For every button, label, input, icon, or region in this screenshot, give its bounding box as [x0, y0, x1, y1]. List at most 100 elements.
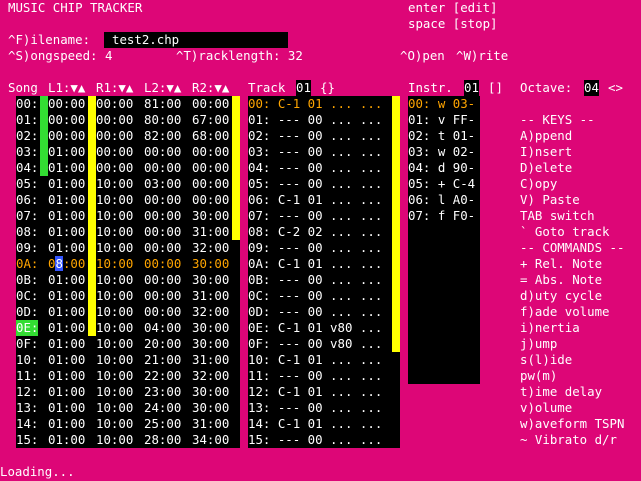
l2-cell[interactable]: 80:00 [144, 112, 181, 128]
r1-cell[interactable]: 10:00 [96, 384, 133, 400]
instr-row[interactable]: 07: f F0- [408, 208, 475, 224]
r2-cell[interactable]: 34:00 [192, 432, 229, 448]
r1-cell[interactable]: 10:00 [96, 304, 133, 320]
l1-cell[interactable]: 01:00 [48, 144, 85, 160]
l1-cell[interactable]: 00:00 [48, 128, 85, 144]
r2-cell[interactable]: 30:00 [192, 256, 229, 272]
l2-cell[interactable]: 03:00 [144, 176, 181, 192]
l1-cell[interactable]: 01:00 [48, 432, 85, 448]
l1-heading[interactable]: L1:▼▲ [48, 80, 85, 96]
r2-cell[interactable]: 30:00 [192, 400, 229, 416]
l1-cell[interactable]: 01:00 [48, 176, 85, 192]
r2-cell[interactable]: 30:00 [192, 384, 229, 400]
r2-cell[interactable]: 67:00 [192, 112, 229, 128]
instr-row[interactable]: 00: w 03- [408, 96, 475, 112]
l2-cell[interactable]: 00:00 [144, 256, 181, 272]
track-row[interactable]: 03: --- 00 ... ... [248, 144, 382, 160]
l2-cell[interactable]: 20:00 [144, 336, 181, 352]
r1-cell[interactable]: 00:00 [96, 160, 133, 176]
r2-cell[interactable]: 00:00 [192, 96, 229, 112]
track-row[interactable]: 0B: --- 00 ... ... [248, 272, 382, 288]
track-row[interactable]: 06: C-1 01 ... ... [248, 192, 382, 208]
instr-row[interactable]: 02: t 01- [408, 128, 475, 144]
l1-cell[interactable]: 01:00 [48, 336, 85, 352]
track-row[interactable]: 0F: --- 00 v80 ... [248, 336, 382, 352]
track-number[interactable]: 01 [296, 80, 311, 96]
l1-cell[interactable]: 08:00 [48, 256, 85, 272]
tracklength-field[interactable]: ^T)racklength: 32 [176, 48, 303, 64]
l2-cell[interactable]: 00:00 [144, 144, 181, 160]
l1-cell[interactable]: 01:00 [48, 304, 85, 320]
r2-cell[interactable]: 30:00 [192, 336, 229, 352]
r1-cell[interactable]: 10:00 [96, 400, 133, 416]
track-row[interactable]: 09: --- 00 ... ... [248, 240, 382, 256]
r2-cell[interactable]: 30:00 [192, 320, 229, 336]
r1-cell[interactable]: 10:00 [96, 176, 133, 192]
track-row[interactable]: 05: --- 00 ... ... [248, 176, 382, 192]
l2-heading[interactable]: L2:▼▲ [144, 80, 181, 96]
track-row[interactable]: 0C: --- 00 ... ... [248, 288, 382, 304]
track-row[interactable]: 0D: --- 00 ... ... [248, 304, 382, 320]
space-stop-hint[interactable]: space [stop] [408, 16, 498, 32]
l1-cell[interactable]: 01:00 [48, 160, 85, 176]
r1-cell[interactable]: 10:00 [96, 416, 133, 432]
r2-cell[interactable]: 31:00 [192, 224, 229, 240]
track-row[interactable]: 15: --- 00 ... ... [248, 432, 382, 448]
r1-cell[interactable]: 10:00 [96, 288, 133, 304]
instr-row[interactable]: 01: v FF- [408, 112, 475, 128]
r2-cell[interactable]: 68:00 [192, 128, 229, 144]
r1-cell[interactable]: 10:00 [96, 256, 133, 272]
l2-cell[interactable]: 24:00 [144, 400, 181, 416]
l1-cell[interactable]: 01:00 [48, 384, 85, 400]
track-row[interactable]: 13: --- 00 ... ... [248, 400, 382, 416]
r2-cell[interactable]: 31:00 [192, 288, 229, 304]
l1-cell[interactable]: 01:00 [48, 240, 85, 256]
instr-row[interactable]: 03: w 02- [408, 144, 475, 160]
r1-cell[interactable]: 10:00 [96, 336, 133, 352]
track-row[interactable]: 10: C-1 01 ... ... [248, 352, 382, 368]
l1-cell[interactable]: 01:00 [48, 224, 85, 240]
instr-bracket-icon[interactable]: [] [488, 80, 503, 96]
l2-cell[interactable]: 25:00 [144, 416, 181, 432]
track-row[interactable]: 07: --- 00 ... ... [248, 208, 382, 224]
l1-cell[interactable]: 01:00 [48, 416, 85, 432]
l2-cell[interactable]: 00:00 [144, 272, 181, 288]
track-row[interactable]: 00: C-1 01 ... ... [248, 96, 382, 112]
track-row[interactable]: 04: --- 00 ... ... [248, 160, 382, 176]
track-row[interactable]: 0E: C-1 01 v80 ... [248, 320, 382, 336]
r2-cell[interactable]: 31:00 [192, 416, 229, 432]
track-brace-icon[interactable]: {} [320, 80, 335, 96]
l2-cell[interactable]: 28:00 [144, 432, 181, 448]
l1-cell[interactable]: 01:00 [48, 192, 85, 208]
octave-value[interactable]: 04 [584, 80, 599, 96]
r1-cell[interactable]: 00:00 [96, 96, 133, 112]
track-row[interactable]: 08: C-2 02 ... ... [248, 224, 382, 240]
l2-cell[interactable]: 00:00 [144, 304, 181, 320]
l2-cell[interactable]: 21:00 [144, 352, 181, 368]
r1-heading[interactable]: R1:▼▲ [96, 80, 133, 96]
l1-cell[interactable]: 01:00 [48, 368, 85, 384]
l2-cell[interactable]: 00:00 [144, 192, 181, 208]
r2-cell[interactable]: 32:00 [192, 304, 229, 320]
r2-heading[interactable]: R2:▼▲ [192, 80, 229, 96]
r2-cell[interactable]: 31:00 [192, 352, 229, 368]
r1-cell[interactable]: 00:00 [96, 144, 133, 160]
l1-cell[interactable]: 00:00 [48, 96, 85, 112]
r2-cell[interactable]: 30:00 [192, 208, 229, 224]
l2-cell[interactable]: 82:00 [144, 128, 181, 144]
instr-row[interactable]: 05: + C-4 [408, 176, 475, 192]
r1-cell[interactable]: 00:00 [96, 128, 133, 144]
r1-cell[interactable]: 10:00 [96, 272, 133, 288]
l2-cell[interactable]: 81:00 [144, 96, 181, 112]
l2-cell[interactable]: 00:00 [144, 288, 181, 304]
r1-cell[interactable]: 10:00 [96, 320, 133, 336]
l2-cell[interactable]: 04:00 [144, 320, 181, 336]
l2-cell[interactable]: 00:00 [144, 240, 181, 256]
write-file-command[interactable]: ^W)rite [456, 48, 508, 64]
r1-cell[interactable]: 00:00 [96, 112, 133, 128]
r1-cell[interactable]: 10:00 [96, 368, 133, 384]
l1-cell[interactable]: 01:00 [48, 208, 85, 224]
l1-cell[interactable]: 01:00 [48, 400, 85, 416]
l2-cell[interactable]: 23:00 [144, 384, 181, 400]
r2-cell[interactable]: 00:00 [192, 192, 229, 208]
